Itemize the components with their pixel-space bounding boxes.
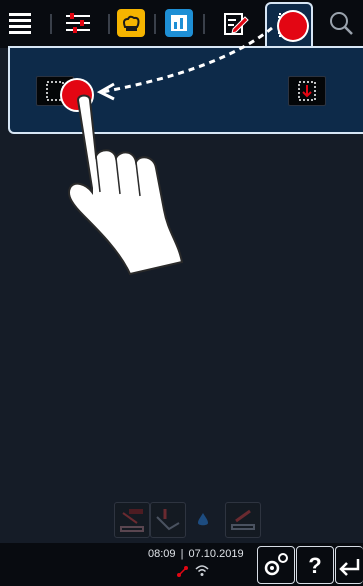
drag-hint-arrow (96, 26, 273, 101)
help-label: ? (308, 553, 322, 578)
back-arrow-icon (339, 559, 360, 576)
door-steam-icon[interactable] (150, 502, 186, 538)
connection-icon (176, 564, 190, 578)
settings-button[interactable] (257, 546, 295, 584)
back-button[interactable] (335, 546, 363, 584)
status-separator: | (180, 548, 184, 560)
tray-arrow-icon[interactable] (225, 502, 261, 538)
help-button[interactable]: ? (296, 546, 334, 584)
water-drop-icon (196, 512, 210, 528)
auto-door-icon[interactable] (114, 502, 150, 538)
status-time: 08:09 (148, 548, 176, 560)
gear-icon (264, 553, 288, 576)
clock-date: 08:09 | 07.10.2019 (148, 548, 244, 560)
status-date: 07.10.2019 (188, 548, 244, 560)
hand-pointer-icon (68, 94, 184, 276)
wifi-icon (194, 562, 210, 578)
